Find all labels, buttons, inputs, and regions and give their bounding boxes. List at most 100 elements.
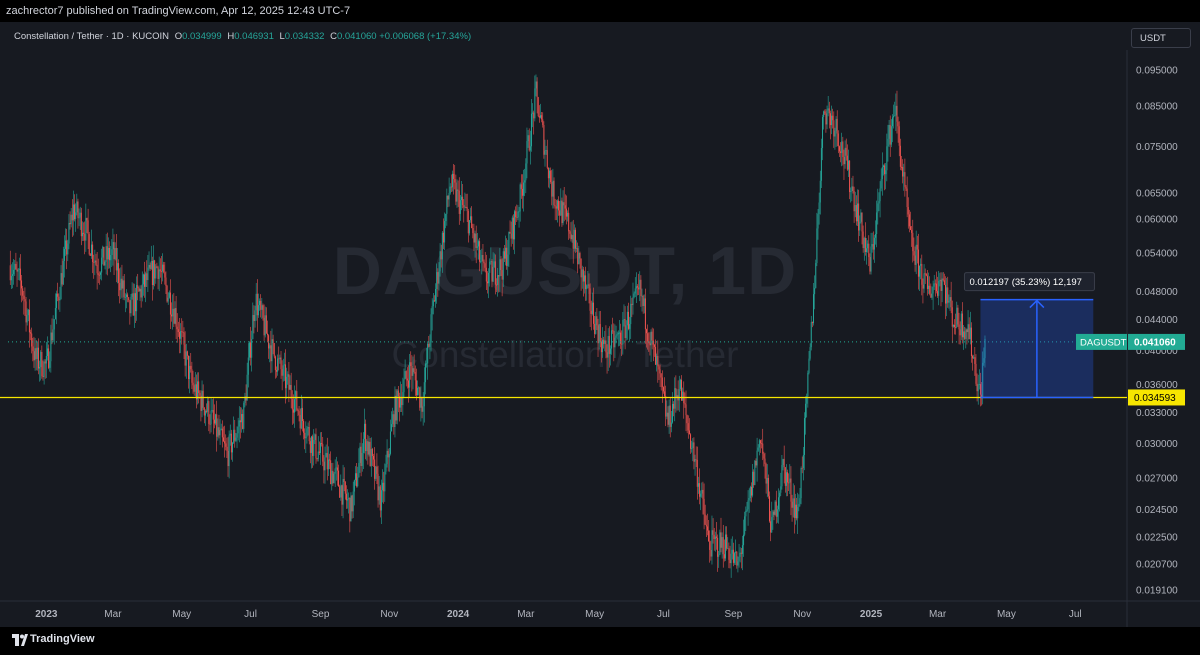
candle-body: [815, 263, 817, 289]
candle-body: [65, 240, 67, 249]
candle-body: [303, 420, 305, 433]
candle-body: [928, 285, 930, 289]
candle-body: [383, 482, 385, 492]
candle-body: [533, 112, 535, 119]
candle-body: [377, 473, 379, 501]
candle-body: [506, 247, 508, 266]
candle-body: [891, 117, 893, 127]
candle-body: [132, 293, 134, 316]
candle-body: [359, 446, 361, 463]
candle-body: [25, 301, 27, 323]
candle-body: [394, 395, 396, 428]
candle-body: [967, 324, 969, 333]
candle-body: [570, 233, 572, 240]
candle-body: [192, 382, 194, 386]
candle-body: [559, 210, 561, 216]
price-chart[interactable]: 0.019100 0.020700 0.022500 0.024500 0.027000…: [0, 0, 1200, 655]
candle-body: [166, 285, 168, 302]
candle-body: [407, 380, 409, 388]
candle-body: [57, 293, 59, 297]
candle-body: [169, 292, 171, 315]
candle-body: [226, 446, 228, 451]
candle-body: [896, 105, 898, 122]
candle-body: [756, 450, 758, 466]
candle-body: [104, 261, 106, 266]
x-tick-label: Nov: [380, 609, 398, 620]
candle-body: [241, 414, 243, 423]
candle-body: [955, 326, 957, 328]
candle-body: [674, 388, 676, 409]
candle-body: [389, 431, 391, 454]
candle-body: [121, 278, 123, 289]
candle-body: [599, 324, 601, 342]
candle-body: [406, 378, 408, 381]
candle-body: [516, 217, 518, 218]
candle-body: [573, 229, 575, 249]
candle-body: [626, 311, 628, 326]
candle-body: [652, 340, 654, 345]
candle-body: [242, 414, 244, 429]
candle-body: [855, 205, 857, 222]
candle-body: [583, 275, 585, 282]
candle-body: [401, 397, 403, 406]
candle-body: [472, 228, 474, 234]
candle-body: [294, 399, 296, 413]
candle-body: [107, 247, 109, 260]
candle-body: [299, 415, 301, 429]
candle-body: [111, 249, 113, 256]
candle-body: [277, 358, 279, 372]
candle-body: [773, 511, 775, 515]
candle-body: [625, 325, 627, 339]
candle-body: [606, 352, 608, 358]
candle-body: [88, 234, 90, 255]
candle-body: [579, 252, 581, 259]
candle-body: [888, 124, 890, 139]
candle-body: [753, 471, 755, 486]
candle-body: [97, 273, 99, 275]
candle-body: [110, 255, 112, 261]
candle-body: [887, 138, 889, 147]
candle-body: [56, 293, 58, 308]
candle-body: [194, 384, 196, 392]
candle-body: [206, 410, 208, 412]
candle-body: [931, 293, 933, 298]
candle-body: [699, 483, 701, 497]
candle-body: [644, 298, 646, 330]
candle-body: [437, 272, 439, 284]
candle-body: [776, 509, 778, 517]
candle-body: [306, 428, 308, 437]
candle-body: [221, 428, 223, 438]
candle-body: [316, 458, 318, 460]
candle-body: [738, 556, 740, 562]
candle-body: [646, 329, 648, 334]
candle-body: [585, 275, 587, 290]
currency-button[interactable]: USDT: [1131, 28, 1191, 48]
candle-body: [581, 269, 583, 278]
x-tick-label: Mar: [104, 609, 122, 620]
candle-body: [977, 384, 979, 392]
candle-body: [414, 372, 416, 381]
candle-body: [798, 503, 800, 508]
candle-body: [875, 234, 877, 238]
candle-body: [130, 296, 132, 314]
candle-body: [468, 220, 470, 234]
candle-body: [837, 133, 839, 147]
candle-body: [49, 361, 51, 368]
candle-body: [881, 167, 883, 180]
candle-body: [219, 429, 221, 436]
candle-body: [310, 436, 312, 453]
candle-body: [450, 186, 452, 188]
x-tick-label: Sep: [725, 609, 743, 620]
candle-body: [898, 126, 900, 146]
candle-body: [141, 284, 143, 298]
candle-body: [70, 214, 72, 225]
candle-body: [726, 534, 728, 549]
candle-body: [220, 428, 222, 430]
candle-body: [138, 288, 140, 292]
candle-body: [265, 315, 267, 334]
candle-body: [829, 113, 831, 126]
symbol-title[interactable]: Constellation / Tether · 1D · KUCOIN: [14, 31, 169, 42]
candle-body: [633, 293, 635, 298]
candle-body: [966, 329, 968, 333]
candle-body: [248, 342, 250, 358]
